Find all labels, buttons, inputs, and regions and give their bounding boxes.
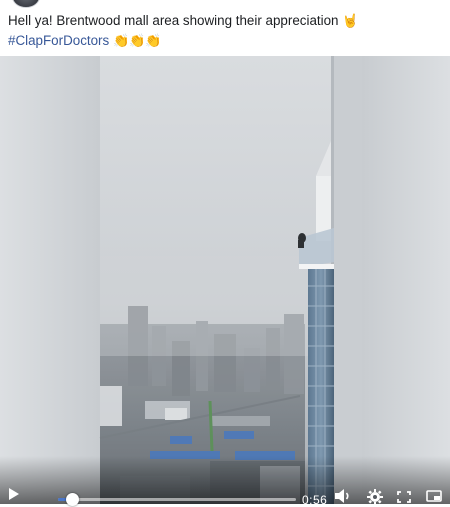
scrubber-handle[interactable] <box>66 493 80 506</box>
time-remaining: 0:56 <box>302 493 328 507</box>
gear-icon[interactable] <box>367 489 383 505</box>
volume-icon[interactable] <box>334 488 352 504</box>
fullscreen-icon[interactable] <box>397 491 411 503</box>
post-text-line-1: Hell ya! Brentwood mall area showing the… <box>8 11 444 31</box>
video-controls: 0:56 <box>0 480 450 507</box>
play-icon[interactable] <box>8 487 20 501</box>
avatar[interactable] <box>12 0 40 8</box>
hashtag-link[interactable]: #ClapForDoctors <box>8 33 109 48</box>
rock-on-emoji: 🤘 <box>342 14 359 29</box>
clapping-emoji: 👏👏👏 <box>112 34 162 49</box>
post-text: Hell ya! Brentwood mall area showing the… <box>8 11 444 51</box>
video-player[interactable] <box>0 56 450 504</box>
progress-bar[interactable] <box>58 493 296 506</box>
video-frame <box>0 56 450 504</box>
post-text-line-2: #ClapForDoctors 👏👏👏 <box>8 31 444 51</box>
more-icon[interactable] <box>426 490 442 504</box>
post-caption: Hell ya! Brentwood mall area showing the… <box>8 13 339 28</box>
